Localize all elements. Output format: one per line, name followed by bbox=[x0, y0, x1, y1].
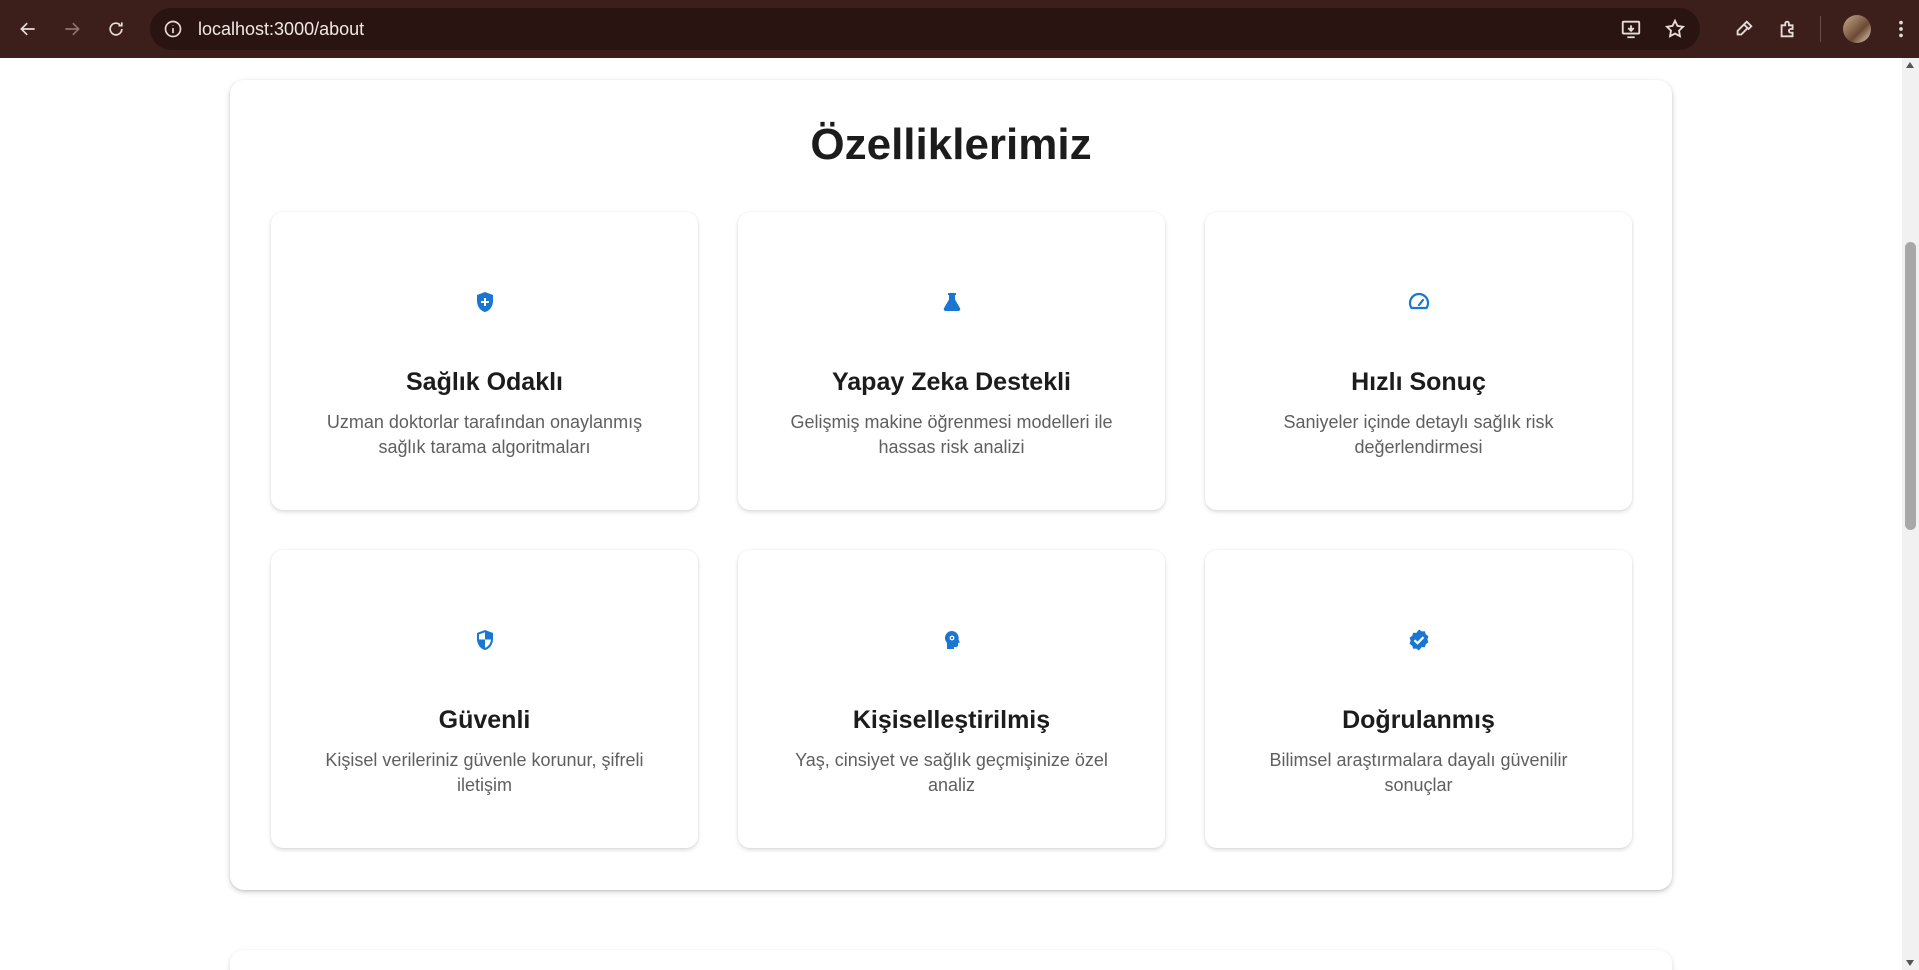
address-bar[interactable]: localhost:3000/about bbox=[150, 8, 1700, 50]
health-shield-icon bbox=[473, 290, 497, 314]
feature-title: Yapay Zeka Destekli bbox=[831, 368, 1072, 396]
toolbar-divider bbox=[1820, 16, 1821, 42]
profile-avatar[interactable] bbox=[1843, 15, 1871, 43]
security-shield-icon bbox=[473, 628, 497, 652]
feature-title: Hızlı Sonuç bbox=[1351, 368, 1486, 396]
browser-toolbar: localhost:3000/about bbox=[0, 0, 1919, 58]
feature-description: Uzman doktorlar tarafından onaylanmış sa… bbox=[326, 412, 643, 457]
features-panel: Özelliklerimiz Sağlık Odaklı Uzman dokto… bbox=[230, 80, 1672, 890]
page-scrollbar[interactable] bbox=[1902, 58, 1919, 970]
puzzle-icon bbox=[1780, 20, 1794, 38]
feature-title: Doğrulanmış bbox=[1342, 706, 1495, 734]
menu-button[interactable] bbox=[1883, 7, 1919, 51]
feature-title: Sağlık Odaklı bbox=[405, 368, 563, 396]
section-title: Özelliklerimiz bbox=[810, 120, 1092, 169]
feature-description: Saniyeler içinde detaylı sağlık risk değ… bbox=[1283, 412, 1554, 457]
forward-button[interactable] bbox=[52, 9, 92, 49]
verified-badge-icon bbox=[1407, 628, 1431, 652]
extensions-button[interactable] bbox=[1766, 7, 1810, 51]
feature-card: Hızlı Sonuç Saniyeler içinde detaylı sağ… bbox=[1205, 212, 1632, 510]
feature-card: Doğrulanmış Bilimsel araştırmalara dayal… bbox=[1205, 550, 1632, 848]
scroll-up-arrow[interactable] bbox=[1906, 62, 1914, 68]
bookmark-star-icon[interactable] bbox=[1664, 18, 1686, 40]
next-section-panel bbox=[230, 950, 1672, 970]
eyedropper-icon bbox=[1736, 20, 1753, 36]
url-text[interactable]: localhost:3000/about bbox=[198, 19, 364, 40]
feature-title: Güvenli bbox=[438, 706, 531, 734]
flask-icon bbox=[940, 290, 964, 314]
feature-card: Sağlık Odaklı Uzman doktorlar tarafından… bbox=[271, 212, 698, 510]
eyedropper-extension-button[interactable] bbox=[1722, 7, 1766, 51]
feature-card: Güvenli Kişisel verileriniz güvenle koru… bbox=[271, 550, 698, 848]
back-button[interactable] bbox=[8, 9, 48, 49]
page-viewport: Özelliklerimiz Sağlık Odaklı Uzman dokto… bbox=[0, 58, 1902, 970]
feature-title: Kişiselleştirilmiş bbox=[852, 706, 1051, 734]
feature-card: Kişiselleştirilmiş Yaş, cinsiyet ve sağl… bbox=[738, 550, 1165, 848]
reload-icon bbox=[109, 22, 123, 36]
feature-card: Yapay Zeka Destekli Gelişmiş makine öğre… bbox=[738, 212, 1165, 510]
feature-description: Yaş, cinsiyet ve sağlık geçmişinize özel… bbox=[795, 750, 1108, 795]
feature-description: Kişisel verileriniz güvenle korunur, şif… bbox=[325, 750, 644, 795]
features-grid: Sağlık Odaklı Uzman doktorlar tarafından… bbox=[271, 212, 1632, 848]
feature-description: Gelişmiş makine öğrenmesi modelleri ile … bbox=[790, 412, 1113, 457]
scroll-down-arrow[interactable] bbox=[1906, 960, 1914, 966]
more-vert-icon bbox=[1899, 20, 1903, 38]
feature-description: Bilimsel araştırmalara dayalı güvenilir … bbox=[1269, 750, 1568, 795]
reload-button[interactable] bbox=[96, 9, 136, 49]
arrow-left-icon bbox=[20, 22, 35, 36]
site-info-icon[interactable] bbox=[162, 18, 184, 40]
arrow-right-icon bbox=[65, 22, 80, 36]
psychology-head-icon bbox=[940, 628, 964, 652]
scrollbar-thumb[interactable] bbox=[1905, 242, 1916, 530]
install-app-icon[interactable] bbox=[1620, 18, 1642, 40]
speedometer-icon bbox=[1407, 290, 1431, 314]
